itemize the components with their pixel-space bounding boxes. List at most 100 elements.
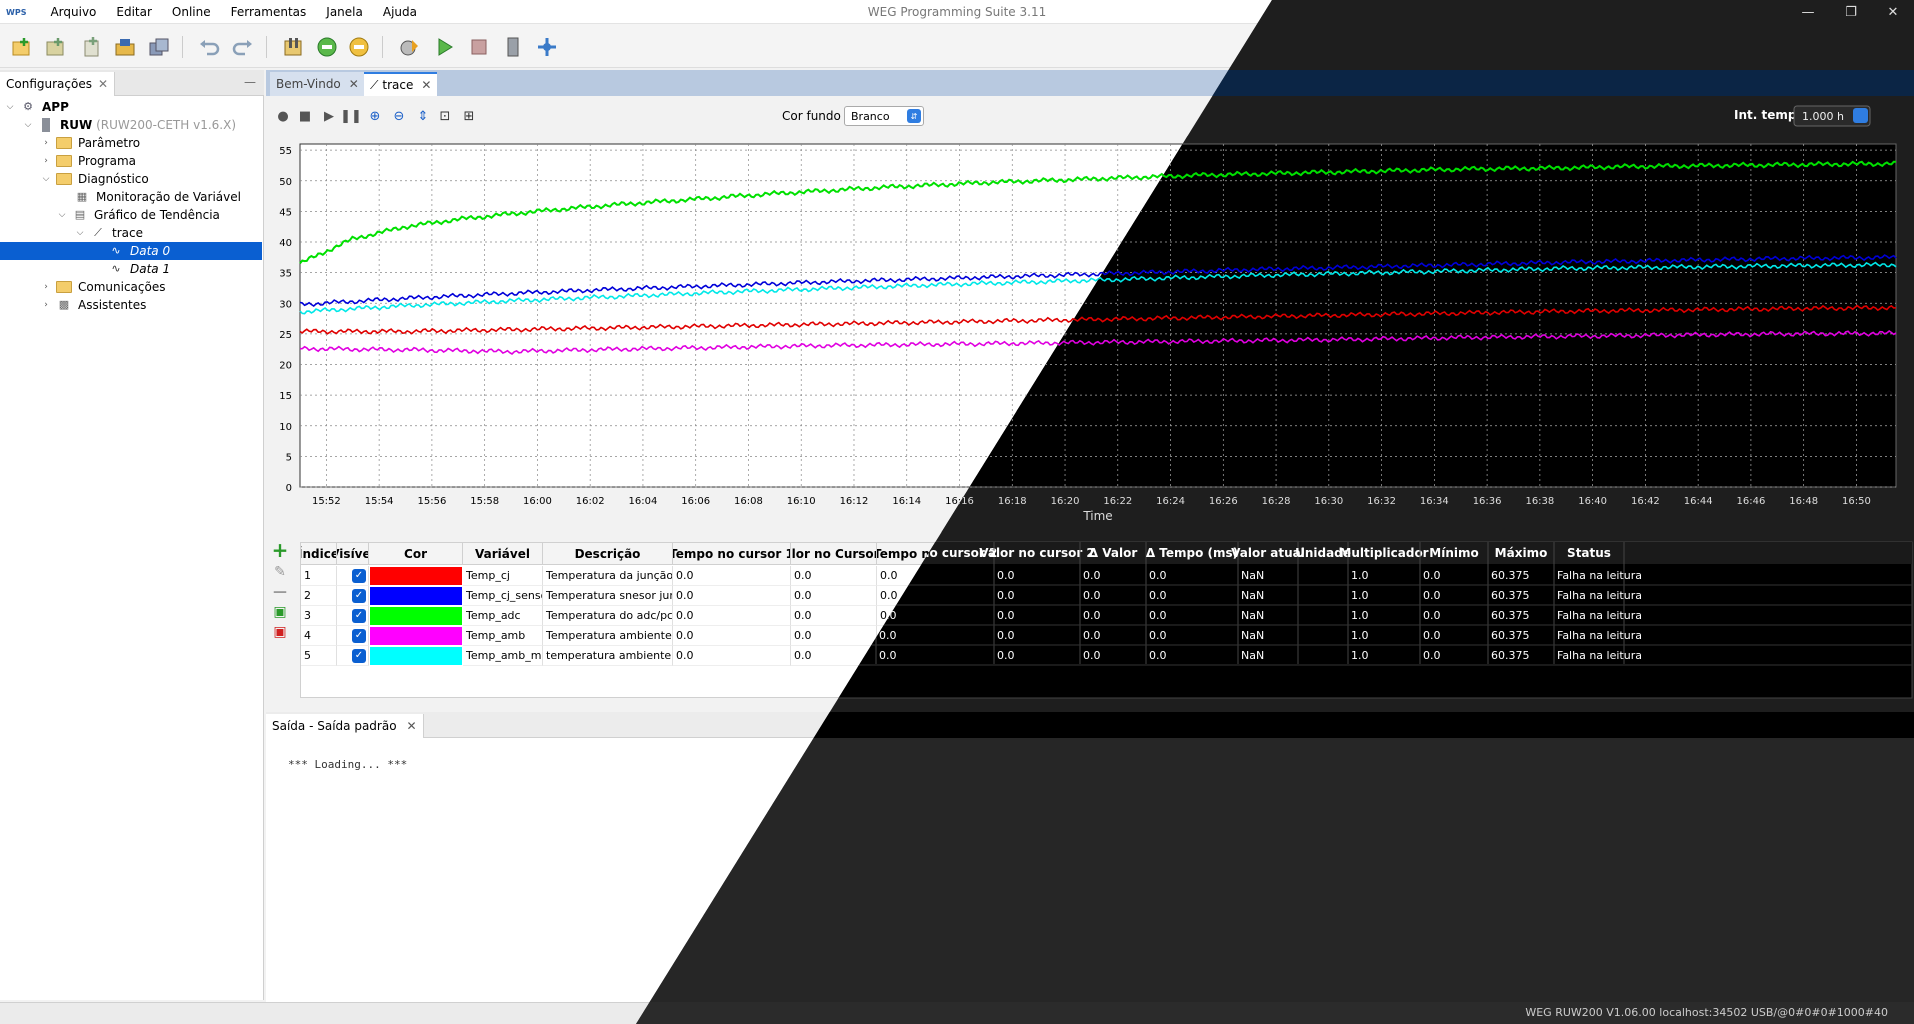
- chevron-down-icon[interactable]: ⌵: [4, 102, 16, 112]
- download-button[interactable]: [396, 34, 422, 60]
- color-swatch[interactable]: [369, 566, 463, 586]
- new-item-button[interactable]: [42, 34, 68, 60]
- pause-icon[interactable]: ❚❚: [340, 107, 362, 125]
- fit-vertical-icon[interactable]: ⇕: [414, 107, 432, 125]
- menu-janela[interactable]: Janela: [316, 0, 373, 24]
- new-project-button[interactable]: [8, 34, 34, 60]
- record-icon[interactable]: ●: [274, 107, 292, 125]
- chevron-down-icon[interactable]: ⌵: [74, 228, 86, 238]
- stop-icon[interactable]: ■: [296, 107, 314, 125]
- column-header[interactable]: Valor no Cursor 1: [791, 543, 877, 565]
- column-header[interactable]: Δ Tempo (ms): [1147, 543, 1239, 565]
- visible-checkbox[interactable]: ✓: [337, 566, 369, 586]
- zoom-out-icon[interactable]: ⊖: [390, 107, 408, 125]
- menu-editar[interactable]: Editar: [106, 0, 162, 24]
- color-swatch[interactable]: [369, 606, 463, 626]
- close-icon[interactable]: ✕: [421, 78, 431, 92]
- column-header[interactable]: Cor: [369, 543, 463, 565]
- undo-button[interactable]: [196, 34, 222, 60]
- column-header[interactable]: Multiplicador: [1349, 543, 1421, 565]
- tree-item-programa[interactable]: › Programa: [0, 152, 262, 170]
- color-swatch[interactable]: [369, 646, 463, 666]
- color-swatch[interactable]: [369, 586, 463, 606]
- tree-item-grafico[interactable]: ⌵ ▤ Gráfico de Tendência: [0, 206, 262, 224]
- menu-ajuda[interactable]: Ajuda: [373, 0, 427, 24]
- tree-item-comunicacoes[interactable]: › Comunicações: [0, 278, 262, 296]
- close-icon[interactable]: ✕: [349, 77, 359, 91]
- chevron-right-icon[interactable]: ›: [40, 138, 52, 148]
- column-header[interactable]: Máximo: [1489, 543, 1555, 565]
- tree-item-parametro[interactable]: › Parâmetro: [0, 134, 262, 152]
- visible-checkbox[interactable]: ✓: [337, 606, 369, 626]
- new-file-button[interactable]: [78, 34, 104, 60]
- menu-ferramentas[interactable]: Ferramentas: [221, 0, 317, 24]
- pdf-icon[interactable]: ▣: [272, 624, 288, 640]
- tab-bem-vindo[interactable]: Bem-Vindo ✕: [270, 72, 365, 96]
- chevron-down-icon[interactable]: ⌵: [56, 210, 68, 220]
- chevron-right-icon[interactable]: ›: [40, 282, 52, 292]
- save-all-button[interactable]: [146, 34, 172, 60]
- chart-settings-icon[interactable]: ⊞: [460, 107, 478, 125]
- tree-item-ruw[interactable]: ⌵ RUW (RUW200-CETH v1.6.X): [0, 116, 262, 134]
- visible-checkbox[interactable]: ✓: [337, 626, 369, 646]
- menu-online[interactable]: Online: [162, 0, 221, 24]
- chevron-down-icon[interactable]: ⌵: [22, 120, 34, 130]
- tree-item-app[interactable]: ⌵ ⚙ APP: [0, 98, 262, 116]
- notification-icon[interactable]: 🗨: [1316, 1006, 1331, 1020]
- tree-item-diagnostico[interactable]: ⌵ Diagnóstico: [0, 170, 262, 188]
- config-button[interactable]: [280, 34, 306, 60]
- column-header[interactable]: Variável: [463, 543, 543, 565]
- column-header[interactable]: Mínimo: [1421, 543, 1489, 565]
- visible-checkbox[interactable]: ✓: [337, 586, 369, 606]
- column-header[interactable]: Índice: [301, 543, 337, 565]
- column-header[interactable]: Valor no cursor 2: [995, 543, 1081, 565]
- scroll-left-icon[interactable]: ‹: [1847, 74, 1852, 88]
- interval-select[interactable]: 1.000 h ⌵: [1794, 106, 1868, 126]
- column-header[interactable]: Tempo no cursor 2: [877, 543, 995, 565]
- close-icon[interactable]: ✕: [407, 719, 417, 733]
- close-icon[interactable]: ✕: [98, 77, 108, 91]
- column-header[interactable]: Visível: [337, 543, 369, 565]
- edit-variable-icon[interactable]: ✎: [272, 564, 288, 580]
- visible-checkbox[interactable]: ✓: [337, 646, 369, 666]
- tab-configuracoes[interactable]: Configurações ✕: [0, 72, 116, 96]
- color-swatch[interactable]: [369, 626, 463, 646]
- disconnect-button[interactable]: [346, 34, 372, 60]
- column-header[interactable]: Descrição: [543, 543, 673, 565]
- play-icon[interactable]: ▶: [320, 107, 338, 125]
- bg-color-select[interactable]: Branco ⇵: [844, 106, 924, 126]
- column-header[interactable]: Unidade: [1299, 543, 1349, 565]
- column-header[interactable]: Tempo no cursor 1: [673, 543, 791, 565]
- minimize-panel-icon[interactable]: —: [1894, 717, 1906, 731]
- run-button[interactable]: [432, 34, 458, 60]
- column-header[interactable]: Δ Valor: [1081, 543, 1147, 565]
- menu-arquivo[interactable]: Arquivo: [40, 0, 106, 24]
- tab-saida[interactable]: Saída - Saída padrão ✕: [266, 714, 424, 738]
- tree-item-trace[interactable]: ⌵ ⟋ trace: [0, 224, 262, 242]
- tree-item-data-1[interactable]: ∿ Data 1: [0, 260, 262, 278]
- minimize-panel-icon[interactable]: —: [244, 75, 256, 89]
- maximize-icon[interactable]: ☐: [1895, 74, 1906, 88]
- device-button[interactable]: [500, 34, 526, 60]
- remove-variable-icon[interactable]: —: [272, 584, 288, 600]
- chevron-right-icon[interactable]: ›: [40, 300, 52, 310]
- tab-list-icon[interactable]: ⌵: [1877, 74, 1886, 89]
- zoom-in-icon[interactable]: ⊕: [366, 107, 384, 125]
- tools-button[interactable]: [534, 34, 560, 60]
- tree-item-assistentes[interactable]: › ▩ Assistentes: [0, 296, 262, 314]
- trend-chart[interactable]: 0 5 10 15 20 25 30 35 40 45 50 55 15:52 15:54 15:56 15:…: [266, 136, 1914, 532]
- column-header[interactable]: Valor atual: [1239, 543, 1299, 565]
- scroll-right-icon[interactable]: ›: [1863, 74, 1868, 88]
- chart-view-icon[interactable]: ⊡: [436, 107, 454, 125]
- export-icon[interactable]: ▣: [272, 604, 288, 620]
- tree-item-monitoracao[interactable]: ▦ Monitoração de Variável: [0, 188, 262, 206]
- connect-button[interactable]: [314, 34, 340, 60]
- open-project-button[interactable]: [112, 34, 138, 60]
- add-variable-icon[interactable]: +: [272, 538, 289, 562]
- column-header[interactable]: Status: [1555, 543, 1625, 565]
- tab-trace[interactable]: ⟋ trace ✕: [364, 72, 438, 96]
- chevron-down-icon[interactable]: ⌵: [40, 174, 52, 184]
- tree-item-data-0[interactable]: ∿ Data 0: [0, 242, 262, 260]
- stop-button[interactable]: [466, 34, 492, 60]
- redo-button[interactable]: [230, 34, 256, 60]
